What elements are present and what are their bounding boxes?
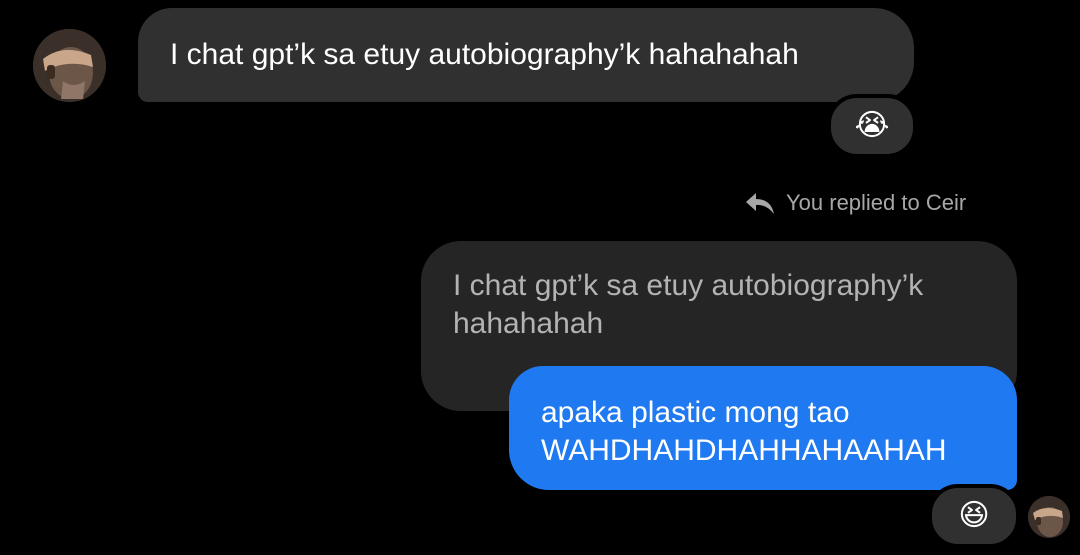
quoted-message-text: I chat gpt’k sa etuy autobiography’k hah… <box>453 269 924 340</box>
outgoing-message-bubble[interactable]: apaka plastic mong tao WAHDHAHDHAHHAHAAH… <box>509 366 1017 490</box>
outgoing-message-reaction[interactable]: 😆 <box>928 484 1020 548</box>
reply-indicator: You replied to Ceir <box>744 186 994 220</box>
avatar-icon <box>33 29 106 102</box>
reply-indicator-text: You replied to Ceir <box>786 190 967 215</box>
avatar-icon <box>1028 496 1070 538</box>
incoming-message-text: I chat gpt’k sa etuy autobiography’k hah… <box>170 38 799 71</box>
crying-face-icon: 😭 <box>854 109 890 142</box>
outgoing-message-text: apaka plastic mong tao WAHDHAHDHAHHAHAAH… <box>541 396 947 467</box>
incoming-message-bubble[interactable]: I chat gpt’k sa etuy autobiography’k hah… <box>138 8 914 102</box>
sender-avatar[interactable] <box>33 29 106 102</box>
laughing-face-icon: 😆 <box>958 499 990 532</box>
reply-arrow-icon <box>744 190 776 216</box>
incoming-message-reaction[interactable]: 😭 <box>827 94 917 158</box>
self-avatar[interactable] <box>1028 496 1070 538</box>
